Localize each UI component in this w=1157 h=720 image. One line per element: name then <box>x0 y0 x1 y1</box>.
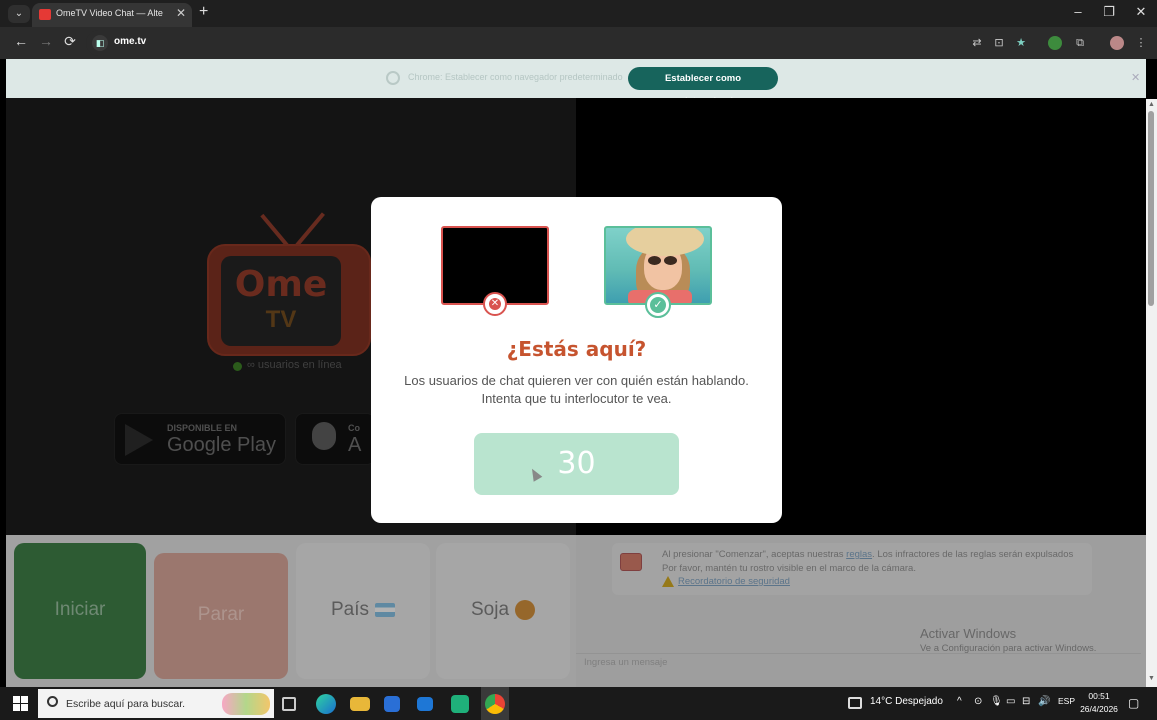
back-button[interactable]: ← <box>11 33 31 49</box>
infobar-message: Chrome: Establecer como navegador predet… <box>408 72 623 82</box>
volume-icon[interactable]: 🔊 <box>1038 696 1050 707</box>
reload-button[interactable]: ⟳ <box>60 33 80 50</box>
tab-close-icon[interactable]: ✕ <box>176 6 186 20</box>
wrong-badge: ✕ <box>483 292 507 316</box>
url-text: ome.tv <box>114 36 147 47</box>
search-placeholder: Escribe aquí para buscar. <box>66 698 186 710</box>
infobar-close-icon[interactable]: ✕ <box>1131 71 1140 84</box>
translate-icon[interactable]: ⇄ <box>970 36 984 50</box>
minimize-button[interactable]: – <box>1063 4 1093 19</box>
chrome-icon[interactable] <box>485 694 505 714</box>
display-icon[interactable]: ⊟ <box>1022 696 1030 707</box>
clock-date: 26/4/2026 <box>1080 704 1118 714</box>
install-app-icon[interactable]: ⊡ <box>992 36 1006 50</box>
dialog-text-line2: Intenta que tu interlocutor te vea. <box>481 391 672 406</box>
bookmark-star-icon[interactable]: ★ <box>1014 36 1028 50</box>
close-window-button[interactable]: ✕ <box>1126 4 1156 20</box>
tab-ometv[interactable]: OmeTV Video Chat — Alte ✕ <box>32 3 192 27</box>
edge-icon[interactable] <box>316 694 336 714</box>
tab-search-dropdown-icon[interactable]: ⌄ <box>8 5 30 23</box>
windows-taskbar: Escribe aquí para buscar. 14°C Despejado… <box>0 687 1157 720</box>
search-highlight-image <box>222 693 270 715</box>
dialog-title: ¿Estás aquí? <box>506 337 647 361</box>
ometv-favicon-icon <box>39 9 51 20</box>
location-icon[interactable]: ⊙ <box>974 696 982 707</box>
menu-icon[interactable]: ⋮ <box>1134 36 1148 50</box>
cross-icon: ✕ <box>489 298 501 310</box>
browser-tab-strip: ⌄ OmeTV Video Chat — Alte ✕ + – ❐ ✕ <box>0 0 1157 27</box>
dialog-text-line1: Los usuarios de chat quieren ver con qui… <box>404 373 749 388</box>
task-view-icon[interactable] <box>282 697 296 711</box>
windows-start-icon[interactable] <box>13 696 28 711</box>
mail-icon[interactable] <box>417 697 433 711</box>
correct-badge: ✓ <box>645 292 671 318</box>
notifications-icon[interactable]: ▢ <box>1128 696 1139 710</box>
store-icon[interactable] <box>384 696 400 712</box>
tray-chevron-icon[interactable]: ^ <box>957 696 962 707</box>
file-explorer-icon[interactable] <box>350 697 370 711</box>
profile-avatar[interactable] <box>1110 36 1124 50</box>
set-default-button[interactable]: Establecer como predeterminado <box>628 67 778 107</box>
taskbar-clock[interactable]: 00:51 26/4/2026 <box>1080 690 1118 716</box>
browser-toolbar: ← → ⟳ ◧ ome.tv ⇄ ⊡ ★ ⧉ ⋮ <box>0 27 1157 59</box>
example-hat <box>626 228 704 256</box>
scroll-up-icon[interactable]: ▲ <box>1148 101 1155 108</box>
weather-text[interactable]: 14°C Despejado <box>870 696 943 707</box>
search-icon <box>47 696 58 707</box>
extension-green-icon[interactable] <box>1048 36 1062 50</box>
taskbar-search-box[interactable]: Escribe aquí para buscar. <box>38 689 274 718</box>
network-icon[interactable]: ▭ <box>1006 696 1015 707</box>
check-icon: ✓ <box>650 297 666 313</box>
weather-icon <box>848 697 862 709</box>
tab-title: OmeTV Video Chat — Alte <box>56 8 163 18</box>
new-tab-button[interactable]: + <box>199 3 208 21</box>
restore-button[interactable]: ❐ <box>1094 4 1124 20</box>
forward-button[interactable]: → <box>36 33 56 49</box>
page-scrollbar[interactable]: ▲ ▼ <box>1146 99 1157 687</box>
address-bar[interactable]: ◧ ome.tv <box>86 30 1086 56</box>
language-indicator[interactable]: ESP <box>1058 696 1075 706</box>
clock-time: 00:51 <box>1088 691 1110 701</box>
mic-icon[interactable]: 🎙 <box>990 696 1003 707</box>
default-browser-infobar: Chrome: Establecer como navegador predet… <box>6 59 1146 107</box>
countdown-button[interactable]: 30 <box>474 433 679 495</box>
site-info-icon[interactable]: ◧ <box>92 35 108 51</box>
app-green-icon[interactable] <box>451 695 469 713</box>
are-you-here-dialog: ✕ ✓ ¿Estás aquí? Los usuarios de chat qu… <box>371 197 782 523</box>
scroll-down-icon[interactable]: ▼ <box>1148 675 1155 682</box>
example-sunglass-left <box>648 256 661 265</box>
chrome-icon <box>386 71 400 85</box>
example-sunglass-right <box>664 256 677 265</box>
scroll-thumb[interactable] <box>1148 111 1154 306</box>
extensions-icon[interactable]: ⧉ <box>1073 36 1087 50</box>
